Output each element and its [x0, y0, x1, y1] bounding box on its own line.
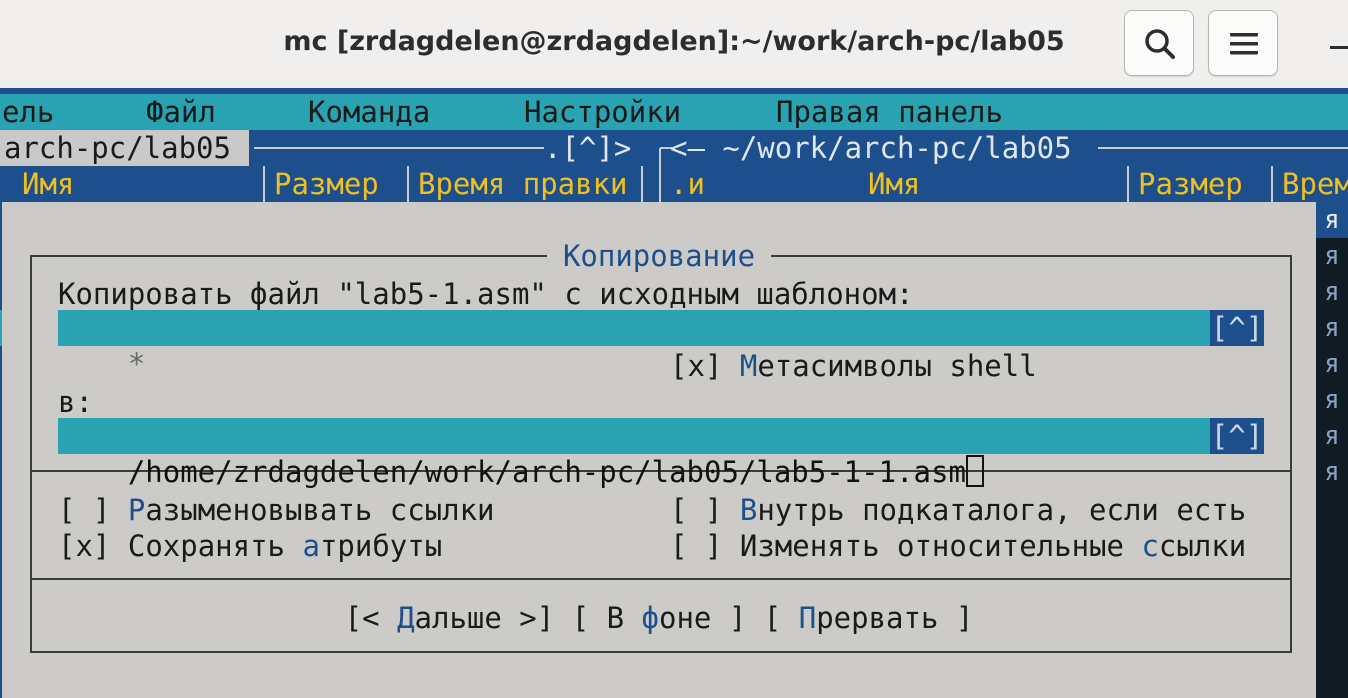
button-label: [ В	[571, 601, 642, 635]
left-col-size[interactable]: Размер	[274, 166, 379, 202]
button-label: рервать	[816, 601, 939, 635]
checkbox-label: Изменять относительные	[739, 529, 1142, 563]
menu-item-left-panel[interactable]: ель	[2, 94, 54, 130]
search-button[interactable]	[1124, 10, 1194, 76]
menu-item-right-panel[interactable]: Правая панель	[776, 94, 1003, 130]
column-separator	[1271, 166, 1273, 202]
panel-header-row: arch-pc/lab05 .[^]> <— ~/work/arch-pc/la…	[0, 130, 1348, 166]
checkbox-label: сылки	[1158, 529, 1247, 563]
file-row-glyph: я	[1324, 313, 1340, 343]
file-row-glyph: я	[1324, 457, 1340, 487]
button-bracket: ]	[938, 601, 974, 635]
destination-label: в:	[58, 385, 93, 419]
right-col-mtime[interactable]: Врем	[1282, 166, 1348, 202]
checkbox-label: нутрь подкаталога, если есть	[757, 493, 1247, 527]
column-headers-row: Имя Размер Время правки .и Имя Размер Вр…	[0, 166, 1348, 202]
panel-border	[641, 166, 643, 202]
preserve-attributes-checkbox[interactable]: [x] Сохранять атрибуты	[58, 528, 442, 564]
window-titlebar: mc [zrdagdelen@zrdagdelen]:~/work/arch-p…	[0, 0, 1348, 88]
mc-menubar: ель Файл Команда Настройки Правая панель	[0, 94, 1348, 130]
file-row-glyph: я	[1324, 349, 1340, 379]
checkbox-box: [ ]	[670, 529, 723, 563]
destination-value: /home/zrdagdelen/work/arch-pc/lab05/lab5…	[127, 455, 966, 489]
abort-button[interactable]: [ Прервать ]	[764, 601, 974, 635]
left-panel-top-border	[254, 147, 544, 149]
copy-dialog: Копирование Копировать файл "lab5-1.asm"…	[2, 202, 1316, 698]
dialog-title: Копирование	[2, 238, 1316, 274]
minimize-icon[interactable]	[1330, 46, 1348, 49]
stable-symlinks-checkbox[interactable]: [ ] Изменять относительные ссылки	[670, 528, 1246, 564]
dialog-buttons: [< Дальше >] [ В фоне ] [ Прервать ]	[2, 600, 1316, 636]
right-panel-top-border	[1098, 147, 1348, 149]
hotkey-letter: ф	[641, 601, 660, 635]
text-cursor	[965, 455, 984, 487]
shell-patterns-label: етасимволы shell	[757, 349, 1037, 383]
hotkey-letter: с	[1141, 529, 1159, 563]
dialog-divider	[30, 578, 1292, 580]
shell-patterns-box: [x]	[670, 349, 723, 383]
column-separator	[407, 166, 409, 202]
checkbox-box: [ ]	[670, 493, 723, 527]
file-row-glyph: я	[1324, 385, 1340, 415]
hotkey-letter: Д	[397, 601, 415, 635]
button-bracket: ]	[711, 601, 747, 635]
file-row-glyph: я	[1324, 421, 1340, 451]
hotkey-letter: а	[302, 529, 320, 563]
destination-input[interactable]: /home/zrdagdelen/work/arch-pc/lab05/lab5…	[58, 418, 1264, 489]
hotkey-letter: П	[798, 601, 817, 635]
menu-item-options[interactable]: Настройки	[524, 94, 681, 130]
source-label: Копировать файл "lab5-1.asm" с исходным …	[58, 277, 914, 311]
shell-patterns-checkbox[interactable]: [x] Метасимволы shell	[670, 348, 1037, 384]
dive-into-subdir-checkbox[interactable]: [ ] Внутрь подкаталога, если есть	[670, 492, 1246, 528]
left-panel-history-arrows[interactable]: .[^]>	[544, 130, 631, 166]
right-col-size[interactable]: Размер	[1138, 166, 1243, 202]
column-separator	[1127, 166, 1129, 202]
button-bracket: >]	[501, 601, 555, 635]
checkbox-label: азыменовывать ссылки	[145, 493, 495, 527]
menu-item-command[interactable]: Команда	[308, 94, 430, 130]
checkbox-label: трибуты	[319, 529, 443, 563]
hotkey-letter: В	[739, 493, 758, 527]
source-mask-value: *	[127, 347, 146, 381]
button-label: альше	[414, 601, 502, 635]
background-button[interactable]: [ В фоне ]	[572, 601, 747, 635]
button-bracket: [	[763, 601, 799, 635]
button-label: оне	[659, 601, 712, 635]
file-row-glyph: я	[1324, 205, 1340, 235]
right-col-name[interactable]: Имя	[868, 166, 920, 202]
shell-patterns-hotkey: М	[739, 349, 758, 383]
left-col-name[interactable]: Имя	[22, 166, 74, 202]
panel-border	[659, 166, 661, 202]
left-panel-path[interactable]: arch-pc/lab05	[0, 130, 249, 166]
destination-history-button[interactable]: [^]	[1210, 418, 1264, 454]
right-panel-corner	[659, 147, 672, 166]
hotkey-letter: Р	[127, 493, 146, 527]
checkbox-label: Сохранять	[127, 529, 303, 563]
right-col-sort[interactable]: .и	[670, 166, 705, 202]
hamburger-icon	[1230, 33, 1258, 55]
file-row-glyph: я	[1324, 241, 1340, 271]
dereference-checkbox[interactable]: [ ] Разыменовывать ссылки	[58, 492, 495, 528]
checkbox-box: [ ]	[58, 493, 111, 527]
search-icon	[1145, 29, 1175, 59]
button-bracket: [<	[344, 601, 398, 635]
left-col-mtime[interactable]: Время правки	[418, 166, 628, 202]
menu-button[interactable]	[1208, 10, 1278, 76]
continue-button[interactable]: [< Дальше >]	[345, 601, 555, 635]
checkbox-box: [x]	[58, 529, 111, 563]
source-mask-input[interactable]: * [^]	[58, 310, 1264, 381]
menu-item-file[interactable]: Файл	[146, 94, 216, 130]
source-history-button[interactable]: [^]	[1210, 310, 1264, 346]
file-row-glyph: я	[1324, 277, 1340, 307]
right-panel-path[interactable]: <— ~/work/arch-pc/lab05	[670, 130, 1072, 166]
column-separator	[263, 166, 265, 202]
